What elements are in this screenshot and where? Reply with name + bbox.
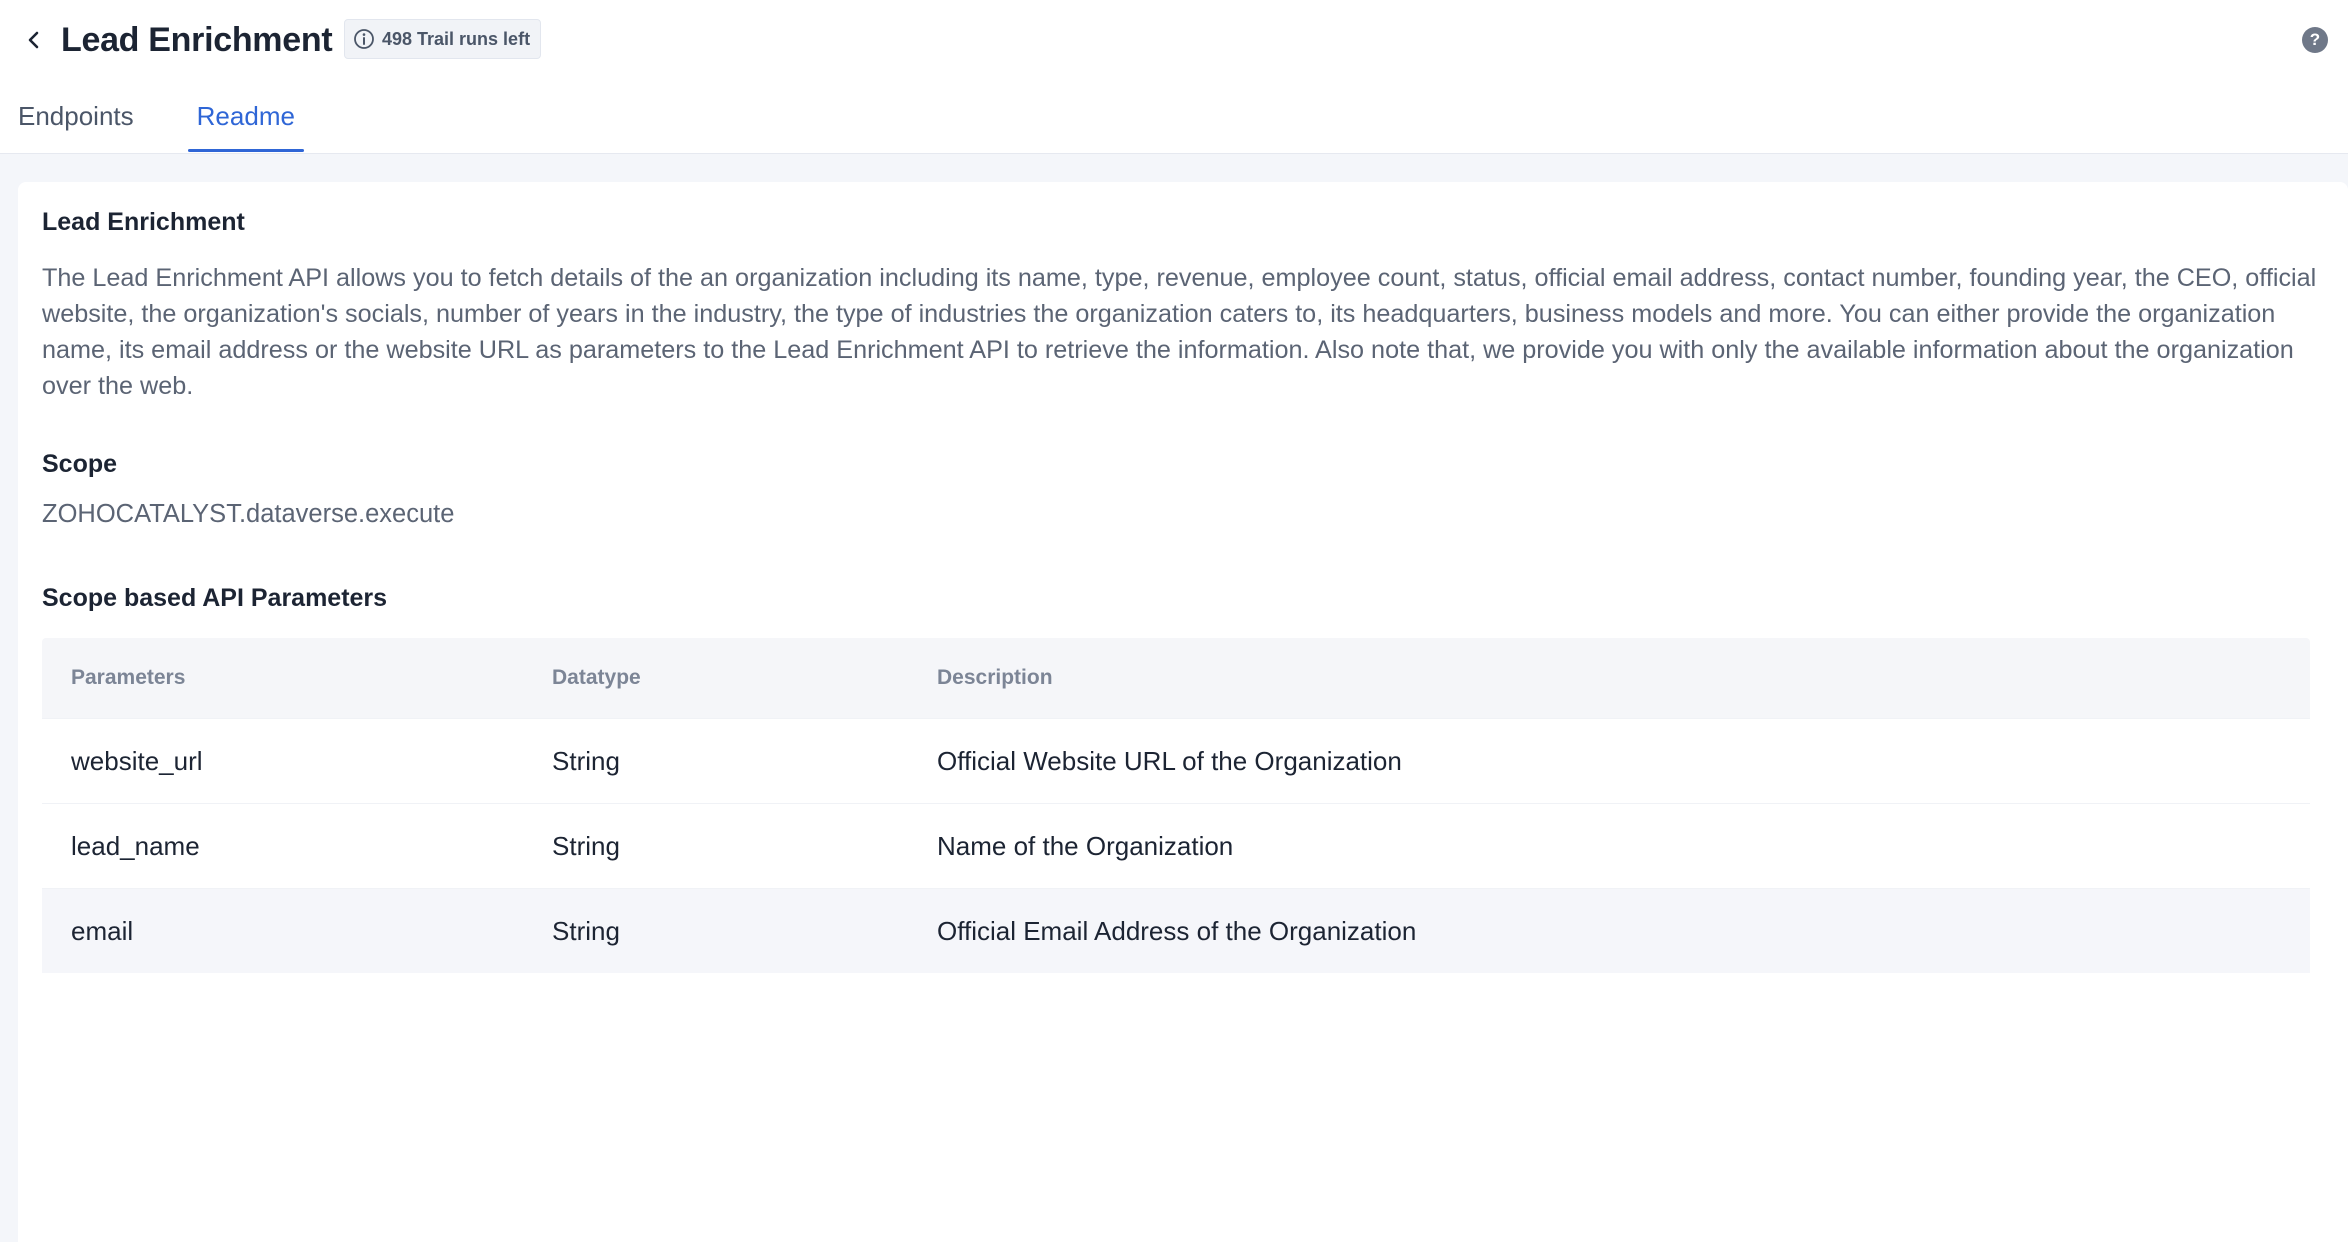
param-description: Official Website URL of the Organization <box>937 745 1402 776</box>
chevron-left-icon <box>28 31 39 49</box>
table-row: lead_name String Name of the Organizatio… <box>42 803 2310 888</box>
info-circle-icon <box>354 29 374 49</box>
readme-description: The Lead Enrichment API allows you to fe… <box>42 264 2317 400</box>
readme-card: Lead Enrichment The Lead Enrichment API … <box>18 182 2348 1242</box>
parameters-table: Parameters Datatype Description website_… <box>42 638 2310 973</box>
param-name: website_url <box>71 745 203 776</box>
title-row: Lead Enrichment 498 Trail runs left ? <box>0 0 2348 80</box>
column-header-parameters: Parameters <box>71 666 186 689</box>
column-header-description: Description <box>937 666 1053 689</box>
param-datatype: String <box>552 830 620 861</box>
param-name: email <box>71 915 134 946</box>
page-header: Lead Enrichment 498 Trail runs left ? En… <box>0 0 2348 154</box>
trial-runs-badge: 498 Trail runs left <box>344 19 542 59</box>
readme-title: Lead Enrichment <box>42 208 245 236</box>
param-datatype: String <box>552 915 620 946</box>
table-header-row: Parameters Datatype Description <box>42 638 2310 718</box>
tab-bar: Endpoints Readme <box>0 88 305 154</box>
param-description: Name of the Organization <box>937 830 1234 861</box>
scope-heading: Scope <box>42 450 118 478</box>
tab-endpoints[interactable]: Endpoints <box>18 88 134 154</box>
param-datatype: String <box>552 745 620 776</box>
tab-readme[interactable]: Readme <box>187 88 305 154</box>
scope-value: ZOHOCATALYST.dataverse.execute <box>42 500 455 528</box>
column-header-datatype: Datatype <box>552 666 641 689</box>
table-row: website_url String Official Website URL … <box>42 718 2310 803</box>
param-name: lead_name <box>71 830 200 861</box>
param-description: Official Email Address of the Organizati… <box>937 915 1417 946</box>
table-row: email String Official Email Address of t… <box>42 888 2310 973</box>
page-title: Lead Enrichment <box>61 21 333 59</box>
back-button[interactable] <box>18 22 50 58</box>
help-circle-icon[interactable]: ? <box>2302 27 2328 53</box>
trial-runs-label: 498 Trail runs left <box>382 28 531 49</box>
params-heading: Scope based API Parameters <box>42 584 388 612</box>
